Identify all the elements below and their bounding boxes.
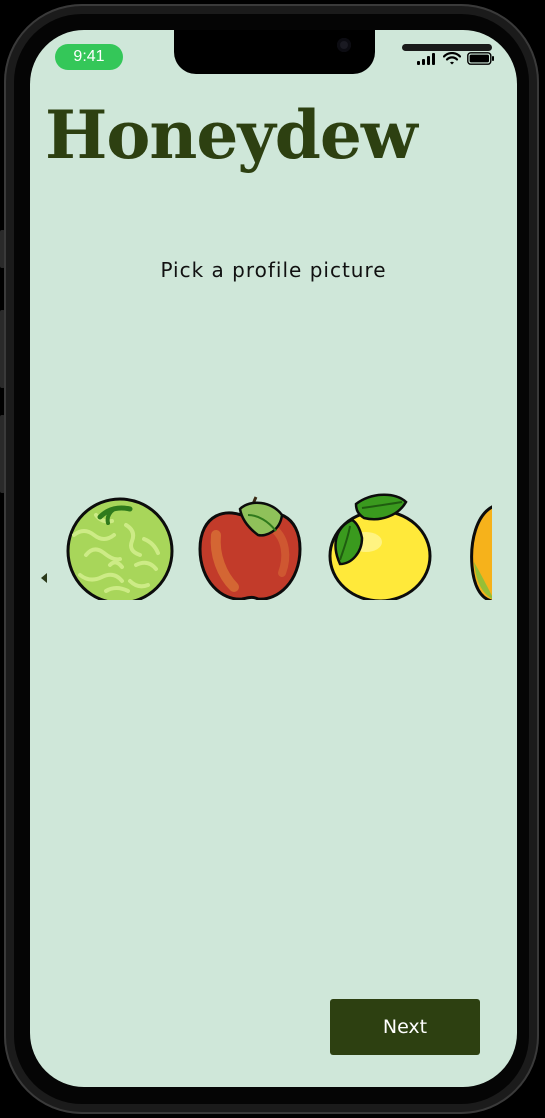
app-screen: 9:41 Honeydew Pick a profile picture Nex… (30, 30, 517, 1087)
avatar-carousel[interactable] (30, 450, 492, 600)
battery-icon (467, 52, 494, 65)
earpiece-speaker (402, 44, 492, 51)
caret-left-icon[interactable] (38, 571, 52, 585)
app-title: Honeydew (45, 96, 418, 174)
mango-avatar[interactable] (468, 502, 492, 600)
phone-frame: 9:41 Honeydew Pick a profile picture Nex… (0, 0, 545, 1118)
notch (174, 30, 492, 74)
page-subtitle: Pick a profile picture (160, 258, 387, 282)
status-time: 9:41 (55, 44, 123, 70)
signal-icon (417, 52, 435, 65)
front-camera (337, 38, 351, 52)
next-button[interactable]: Next (330, 999, 480, 1055)
status-icons (417, 52, 495, 65)
honeydew-melon-avatar[interactable] (66, 495, 176, 600)
apple-avatar[interactable] (196, 495, 304, 600)
lemon-avatar[interactable] (322, 492, 434, 600)
wifi-icon (443, 52, 461, 65)
